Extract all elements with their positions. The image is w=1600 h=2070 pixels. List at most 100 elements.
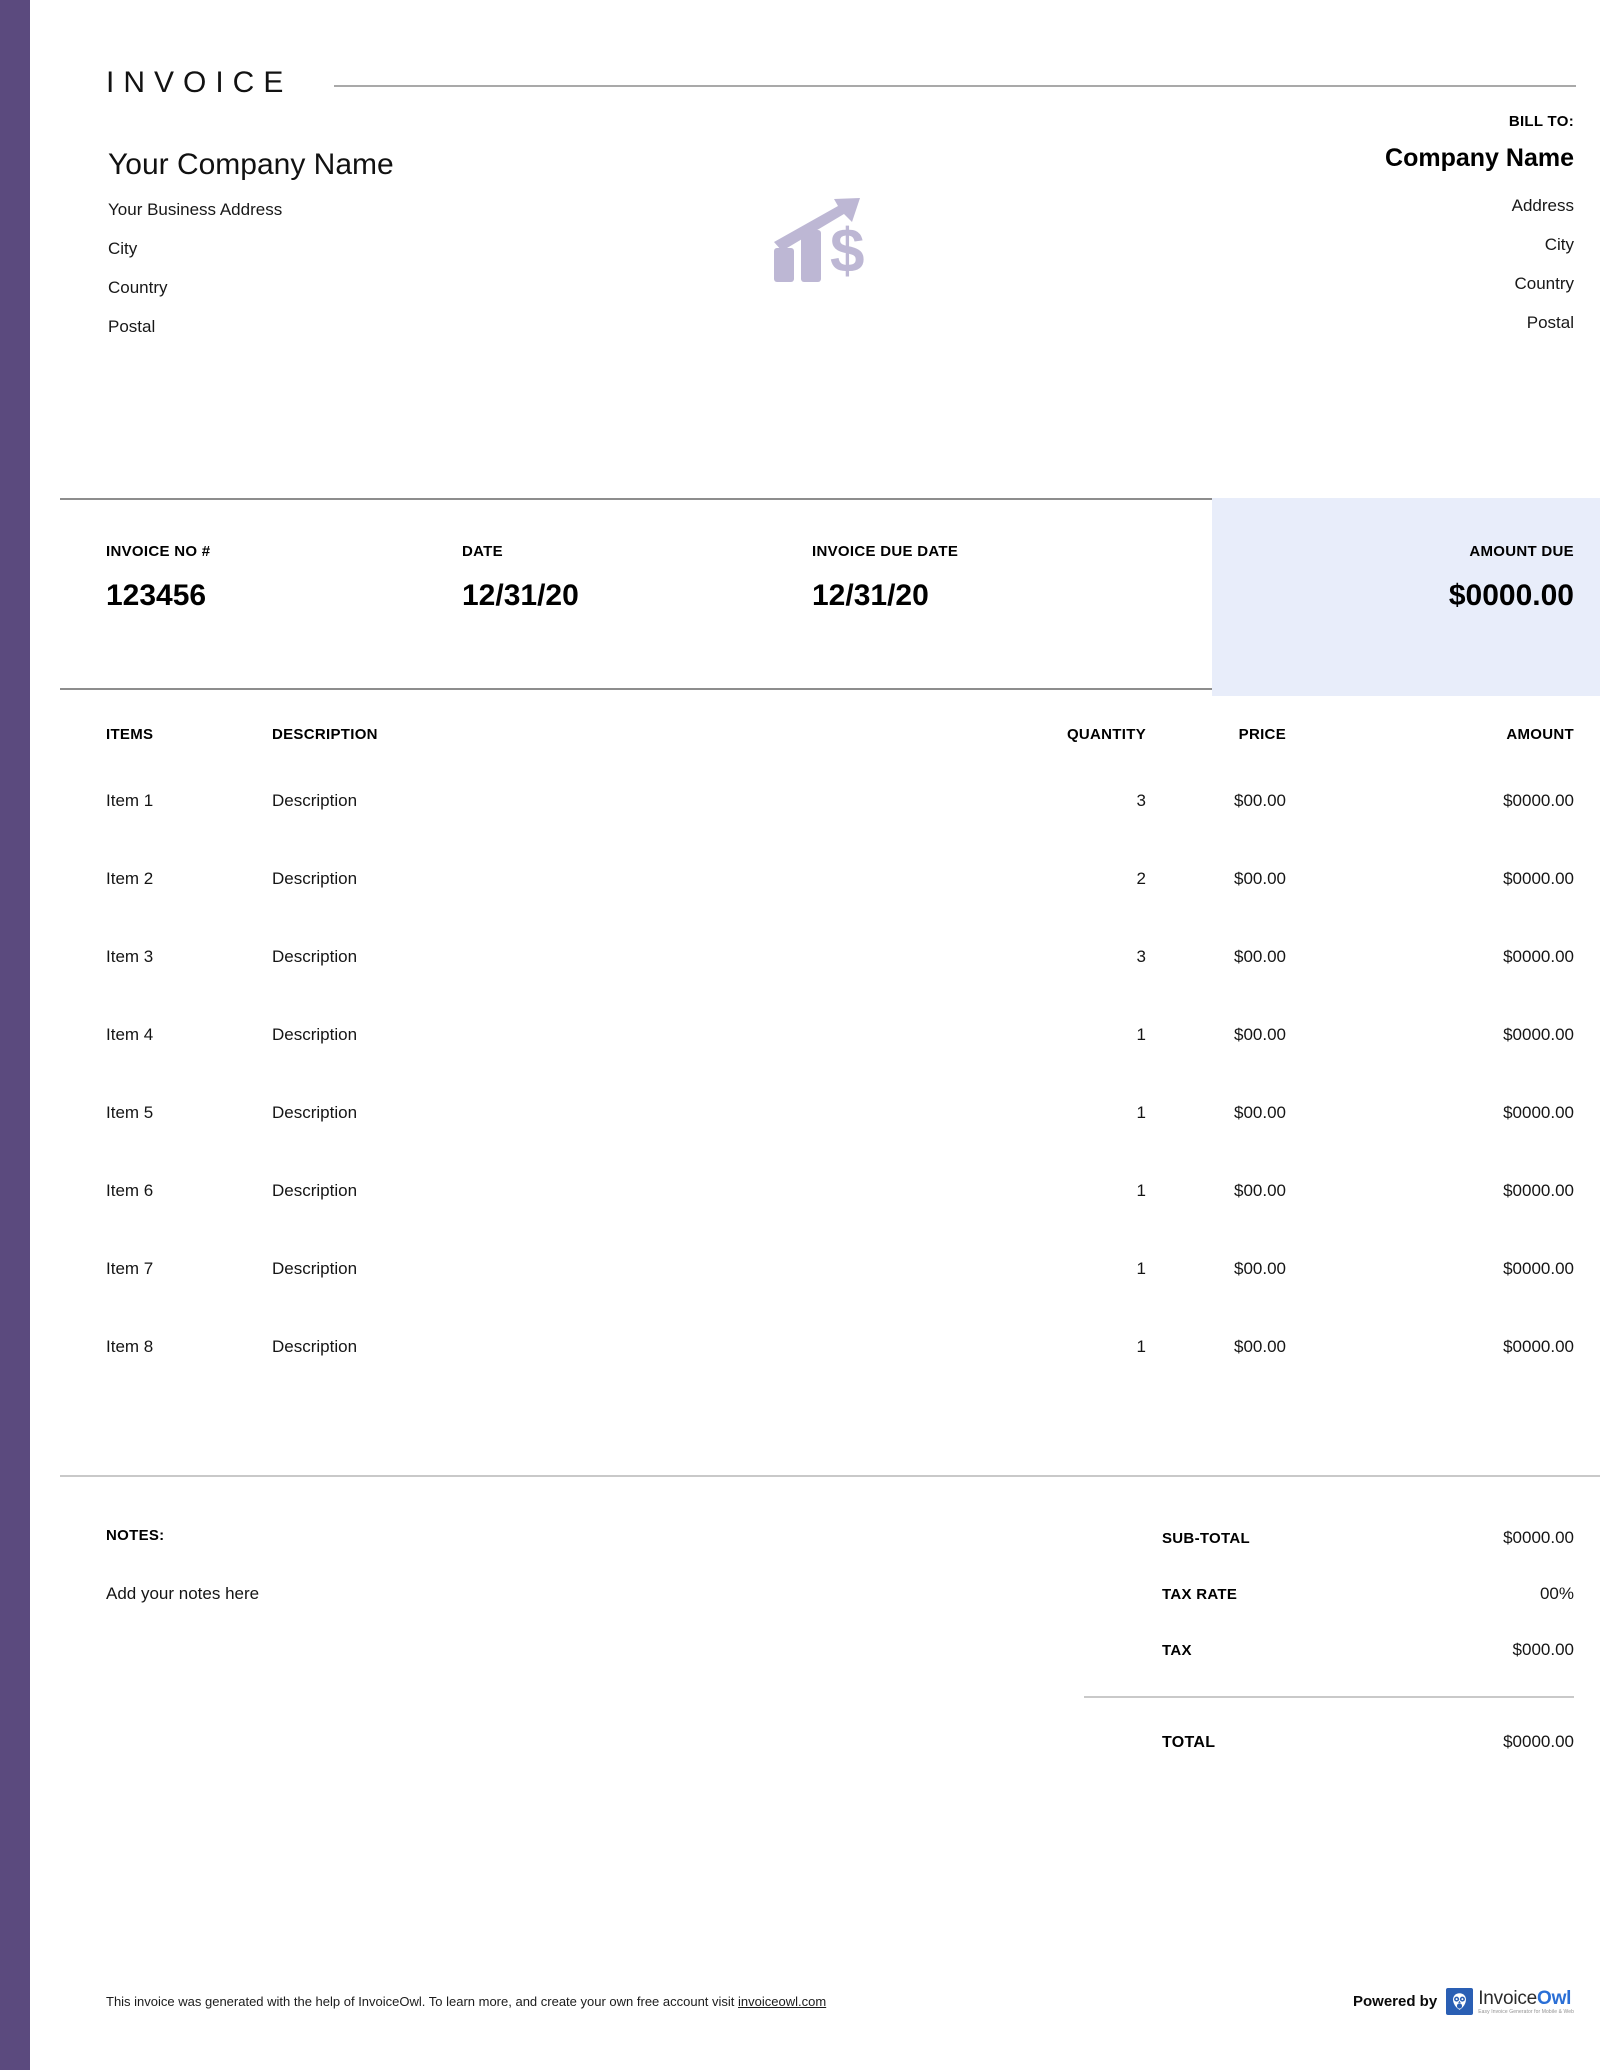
cell-amount: $0000.00 — [1286, 1337, 1600, 1415]
brand-name-invoice: Invoice — [1478, 1988, 1537, 2009]
cell-price: $00.00 — [1146, 1337, 1286, 1415]
cell-quantity: 2 — [878, 869, 1146, 947]
seller-address-line: City — [108, 240, 588, 257]
cell-amount: $0000.00 — [1286, 1103, 1600, 1181]
tax-label: TAX — [1084, 1642, 1192, 1659]
cell-quantity: 1 — [878, 1259, 1146, 1337]
cell-item: Item 5 — [30, 1103, 258, 1181]
invoice-due-date-value: 12/31/20 — [812, 581, 958, 611]
invoiceowl-logo: InvoiceOwl Easy Invoice Generator for Mo… — [1446, 1988, 1574, 2015]
column-header-description: DESCRIPTION — [258, 726, 878, 791]
cell-item: Item 2 — [30, 869, 258, 947]
cell-amount: $0000.00 — [1286, 1025, 1600, 1103]
notes-block: NOTES: Add your notes here — [106, 1528, 726, 1606]
seller-block: Your Company Name Your Business Address … — [108, 146, 588, 357]
cell-amount: $0000.00 — [1286, 869, 1600, 947]
bill-to-address-line: City — [1054, 236, 1574, 253]
invoice-number-cell: INVOICE NO # 123456 — [106, 544, 210, 611]
cell-price: $00.00 — [1146, 1259, 1286, 1337]
cell-price: $00.00 — [1146, 1181, 1286, 1259]
invoice-meta-strip: INVOICE NO # 123456 DATE 12/31/20 INVOIC… — [30, 498, 1600, 696]
tax-value: $000.00 — [1470, 1640, 1574, 1660]
invoice-content: INVOICE Your Company Name Your Business … — [30, 0, 1600, 2070]
summary-section-divider — [60, 1475, 1600, 1477]
seller-address-line: Country — [108, 279, 588, 296]
cell-item: Item 1 — [30, 791, 258, 869]
cell-description: Description — [258, 1025, 878, 1103]
subtotal-value: $0000.00 — [1470, 1528, 1574, 1548]
cell-quantity: 1 — [878, 1337, 1146, 1415]
powered-by-label: Powered by — [1353, 1993, 1437, 2010]
growth-chart-dollar-logo-icon: $ — [772, 196, 912, 291]
cell-price: $00.00 — [1146, 1103, 1286, 1181]
powered-by-block: Powered by Invo — [1353, 1988, 1574, 2015]
invoice-date-value: 12/31/20 — [462, 581, 579, 611]
subtotal-row: SUB-TOTAL $0000.00 — [1084, 1528, 1574, 1548]
bill-to-address-line: Postal — [1054, 314, 1574, 331]
table-row: Item 3 Description 3 $00.00 $0000.00 — [30, 947, 1600, 1025]
cell-description: Description — [258, 1103, 878, 1181]
cell-quantity: 3 — [878, 791, 1146, 869]
notes-label: NOTES: — [106, 1528, 726, 1543]
cell-price: $00.00 — [1146, 869, 1286, 947]
cell-description: Description — [258, 1259, 878, 1337]
totals-divider — [1084, 1696, 1574, 1698]
invoice-page: INVOICE Your Company Name Your Business … — [0, 0, 1600, 2070]
page-title: INVOICE — [106, 68, 292, 98]
title-divider — [334, 85, 1576, 87]
column-header-price: PRICE — [1146, 726, 1286, 791]
seller-company-name: Your Company Name — [108, 146, 588, 184]
invoiceowl-wordmark: InvoiceOwl Easy Invoice Generator for Mo… — [1478, 1989, 1574, 2015]
cell-description: Description — [258, 947, 878, 1025]
amount-due-value: $0000.00 — [1449, 581, 1574, 611]
table-row: Item 1 Description 3 $00.00 $0000.00 — [30, 791, 1600, 869]
notes-text: Add your notes here — [106, 1583, 726, 1606]
invoice-due-date-cell: INVOICE DUE DATE 12/31/20 — [812, 544, 958, 611]
tax-row: TAX $000.00 — [1084, 1640, 1574, 1660]
seller-address-line: Postal — [108, 318, 588, 335]
brand-tagline: Easy Invoice Generator for Mobile & Web — [1478, 2010, 1574, 2015]
footer-attribution: This invoice was generated with the help… — [106, 1994, 826, 2010]
amount-due-label: AMOUNT DUE — [1449, 544, 1574, 559]
table-row: Item 4 Description 1 $00.00 $0000.00 — [30, 1025, 1600, 1103]
grand-total-row: TOTAL $0000.00 — [1084, 1732, 1574, 1752]
cell-description: Description — [258, 1181, 878, 1259]
bill-to-block: BILL TO: Company Name Address City Count… — [1054, 114, 1574, 353]
tax-rate-row: TAX RATE 00% — [1084, 1584, 1574, 1604]
subtotal-label: SUB-TOTAL — [1084, 1530, 1250, 1547]
invoiceowl-link[interactable]: invoiceowl.com — [738, 1994, 826, 2009]
line-items-table: ITEMS DESCRIPTION QUANTITY PRICE AMOUNT … — [30, 726, 1600, 1415]
table-header-row: ITEMS DESCRIPTION QUANTITY PRICE AMOUNT — [30, 726, 1600, 791]
invoice-title-row: INVOICE — [106, 62, 1576, 104]
cell-price: $00.00 — [1146, 791, 1286, 869]
brand-name: InvoiceOwl — [1478, 1989, 1574, 2008]
cell-amount: $0000.00 — [1286, 791, 1600, 869]
cell-amount: $0000.00 — [1286, 947, 1600, 1025]
tax-rate-value: 00% — [1470, 1584, 1574, 1604]
cell-quantity: 1 — [878, 1025, 1146, 1103]
cell-description: Description — [258, 1337, 878, 1415]
amount-due-cell: AMOUNT DUE $0000.00 — [1449, 544, 1574, 611]
tax-rate-label: TAX RATE — [1084, 1586, 1237, 1603]
bill-to-company-name: Company Name — [1054, 145, 1574, 173]
table-row: Item 7 Description 1 $00.00 $0000.00 — [30, 1259, 1600, 1337]
total-value: $0000.00 — [1470, 1732, 1574, 1752]
page-footer: This invoice was generated with the help… — [30, 1988, 1600, 2048]
total-label: TOTAL — [1084, 1734, 1215, 1752]
left-accent-bar — [0, 0, 30, 2070]
cell-description: Description — [258, 869, 878, 947]
totals-block: SUB-TOTAL $0000.00 TAX RATE 00% TAX $000… — [1084, 1528, 1574, 1752]
cell-item: Item 7 — [30, 1259, 258, 1337]
column-header-items: ITEMS — [30, 726, 258, 791]
cell-price: $00.00 — [1146, 947, 1286, 1025]
invoice-due-date-label: INVOICE DUE DATE — [812, 544, 958, 559]
table-row: Item 2 Description 2 $00.00 $0000.00 — [30, 869, 1600, 947]
invoice-date-cell: DATE 12/31/20 — [462, 544, 579, 611]
cell-item: Item 4 — [30, 1025, 258, 1103]
cell-quantity: 1 — [878, 1103, 1146, 1181]
column-header-quantity: QUANTITY — [878, 726, 1146, 791]
table-row: Item 6 Description 1 $00.00 $0000.00 — [30, 1181, 1600, 1259]
column-header-amount: AMOUNT — [1286, 726, 1600, 791]
seller-address-line: Your Business Address — [108, 201, 588, 218]
footer-attribution-text: This invoice was generated with the help… — [106, 1994, 738, 2009]
